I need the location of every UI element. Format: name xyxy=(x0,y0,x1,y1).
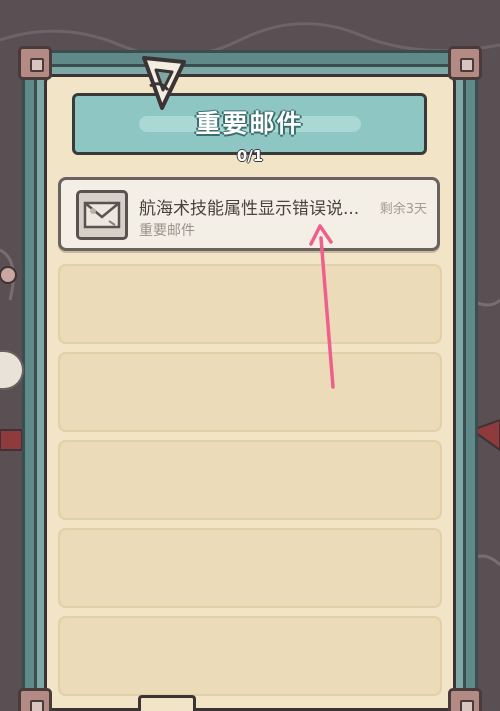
mail-icon-box xyxy=(76,190,128,240)
mail-title: 航海术技能属性显示错误说... xyxy=(139,199,360,219)
hanger-hook-icon xyxy=(142,56,186,110)
mail-category: 重要邮件 xyxy=(139,223,195,239)
corner-bolt-icon xyxy=(18,688,52,711)
empty-mail-slot xyxy=(58,264,442,344)
corner-bolt-icon xyxy=(448,688,482,711)
envelope-icon xyxy=(83,201,121,229)
mail-counter: 0/1 xyxy=(236,147,264,165)
bottom-tab xyxy=(138,695,196,711)
empty-mail-slot xyxy=(58,440,442,520)
page-title: 重要邮件 xyxy=(195,109,304,138)
mail-screen: 重要邮件 0/1 航海术技能属性显示错误说... 重要邮件 剩余3天 xyxy=(0,0,500,711)
empty-mail-slot xyxy=(58,528,442,608)
mail-list-item[interactable]: 航海术技能属性显示错误说... 重要邮件 剩余3天 xyxy=(58,177,440,251)
corner-bolt-icon xyxy=(18,46,52,80)
empty-mail-slot xyxy=(58,352,442,432)
header-banner: 重要邮件 xyxy=(72,93,427,155)
mail-expire-time: 剩余3天 xyxy=(379,202,427,217)
empty-mail-slot xyxy=(58,616,442,696)
corner-bolt-icon xyxy=(448,46,482,80)
